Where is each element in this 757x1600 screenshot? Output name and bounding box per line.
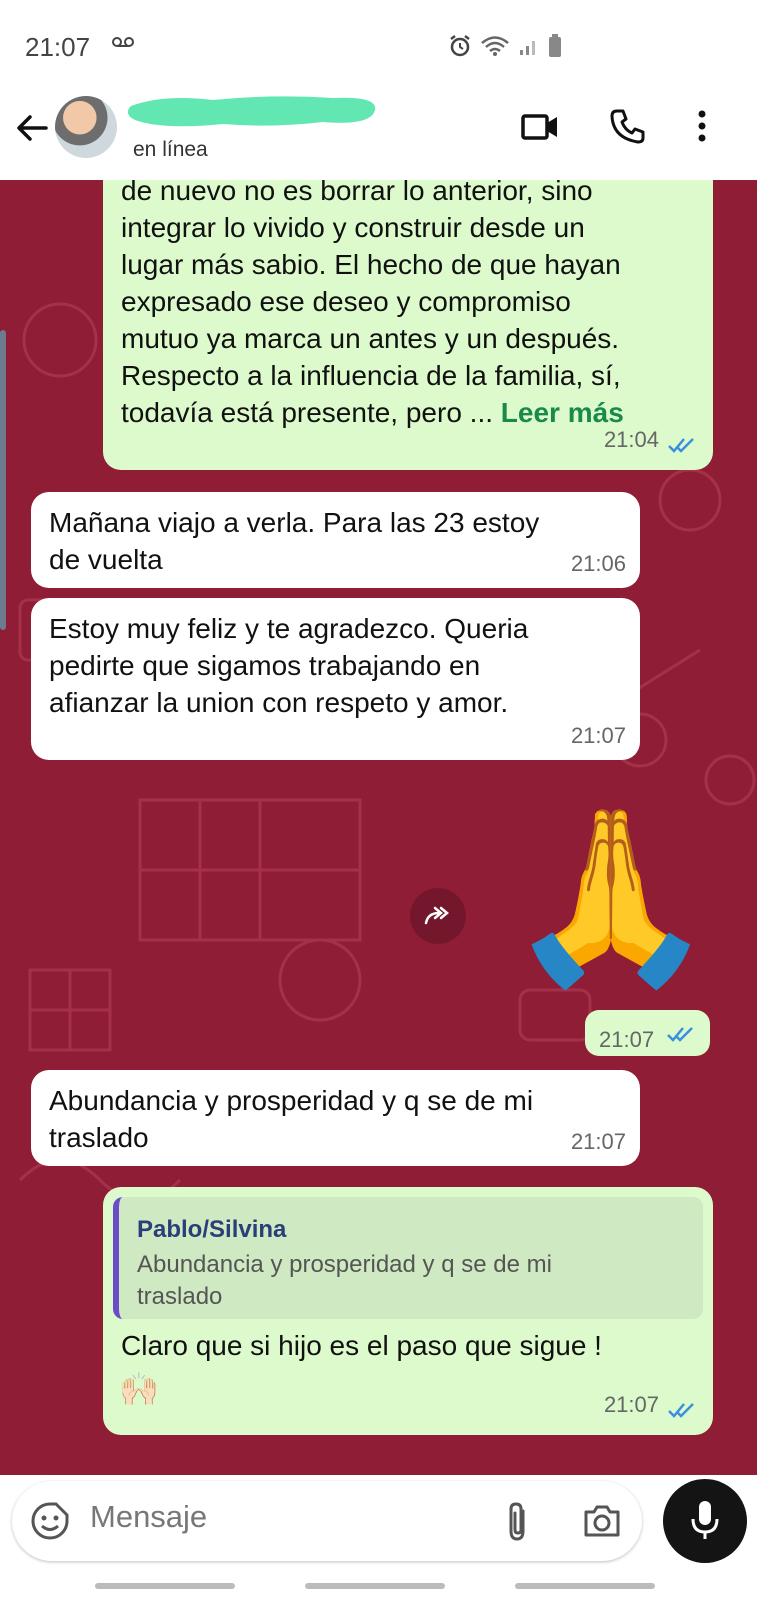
chat-area[interactable]: de nuevo no es borrar lo anterior, sino … — [0, 180, 757, 1475]
battery-icon — [549, 34, 561, 57]
voicemail-icon — [112, 37, 134, 47]
outgoing-time-chip: 21:07 — [585, 1010, 710, 1056]
quoted-message[interactable]: Pablo/Silvina Abundancia y prosperidad y… — [113, 1197, 703, 1319]
outgoing-message[interactable]: de nuevo no es borrar lo anterior, sino … — [103, 180, 713, 470]
input-placeholder: Mensaje — [90, 1499, 208, 1534]
read-receipt-icon — [668, 438, 694, 453]
message-line: traslado — [49, 1122, 149, 1153]
status-bar: 21:07 — [0, 0, 757, 92]
message-time: 21:07 — [603, 1392, 659, 1417]
nav-back-button[interactable] — [515, 1583, 655, 1589]
message-time: 21:07 — [570, 1129, 626, 1154]
message-line: Abundancia y prosperidad y q se de mi — [49, 1085, 534, 1116]
scroll-indicator[interactable] — [0, 330, 6, 630]
presence-status: en línea — [133, 138, 208, 161]
microphone-icon — [691, 1501, 719, 1539]
message-line: todavía está presente, pero ... — [121, 397, 494, 428]
message-line: de nuevo no es borrar lo anterior, sino — [121, 180, 593, 206]
message-line: pedirte que sigamos trabajando en — [49, 650, 481, 681]
quote-author: Pablo/Silvina — [137, 1216, 287, 1243]
message-line: lugar más sabio. El hecho de que hayan — [121, 249, 621, 280]
voice-record-button[interactable] — [663, 1479, 747, 1563]
nav-recents-button[interactable] — [95, 1583, 235, 1589]
message-line: Respecto a la influencia de la familia, … — [121, 360, 621, 391]
read-receipt-icon — [667, 1027, 693, 1042]
message-line: de vuelta — [49, 544, 163, 575]
quote-line: traslado — [137, 1283, 223, 1310]
message-emoji: 🙌🏻 — [119, 1371, 159, 1407]
message-line: afianzar la union con respeto y amor. — [49, 687, 509, 718]
message-input[interactable]: Mensaje — [12, 1481, 642, 1561]
nav-home-button[interactable] — [305, 1583, 445, 1589]
incoming-message[interactable]: Estoy muy feliz y te agradezco. Queria p… — [31, 598, 640, 760]
read-receipt-icon — [668, 1403, 694, 1418]
message-line: integrar lo vivido y construir desde un — [121, 212, 585, 243]
message-line: expresado ese deseo y compromiso — [121, 286, 571, 317]
voice-call-icon[interactable] — [608, 106, 648, 146]
composer-bar: Mensaje — [0, 1475, 757, 1600]
emoji-sticker-icon[interactable] — [30, 1501, 70, 1541]
avatar[interactable] — [55, 96, 117, 158]
status-time: 21:07 — [25, 32, 91, 62]
camera-icon[interactable] — [582, 1503, 622, 1539]
message-time: 21:06 — [570, 551, 626, 576]
attach-icon[interactable] — [505, 1501, 531, 1543]
alarm-icon — [450, 35, 470, 57]
back-arrow-icon[interactable] — [12, 108, 52, 148]
forward-icon — [424, 906, 449, 925]
outgoing-reply-message[interactable]: Pablo/Silvina Abundancia y prosperidad y… — [103, 1187, 713, 1435]
message-line: Estoy muy feliz y te agradezco. Queria — [49, 613, 529, 644]
forward-button[interactable] — [410, 888, 466, 944]
message-line: Mañana viajo a verla. Para las 23 estoy — [49, 507, 540, 538]
message-time: 21:07 — [570, 723, 626, 748]
message-text: Claro que si hijo es el paso que sigue ! — [121, 1330, 602, 1361]
redacted-contact-name[interactable] — [123, 92, 383, 132]
wifi-icon — [481, 36, 509, 56]
more-options-icon[interactable] — [690, 106, 714, 146]
chat-header: en línea — [0, 92, 757, 180]
incoming-message[interactable]: Abundancia y prosperidad y q se de mi tr… — [31, 1070, 640, 1166]
quote-line: Abundancia y prosperidad y q se de mi — [137, 1251, 552, 1278]
emoji-message[interactable]: 🙏 — [505, 792, 717, 1002]
message-time: 21:04 — [603, 427, 659, 452]
message-line: mutuo ya marca un antes y un después. — [121, 323, 620, 354]
signal-icon — [520, 41, 535, 55]
message-time: 21:07 — [599, 1027, 655, 1052]
incoming-message[interactable]: Mañana viajo a verla. Para las 23 estoy … — [31, 492, 640, 588]
video-call-icon[interactable] — [520, 106, 560, 146]
